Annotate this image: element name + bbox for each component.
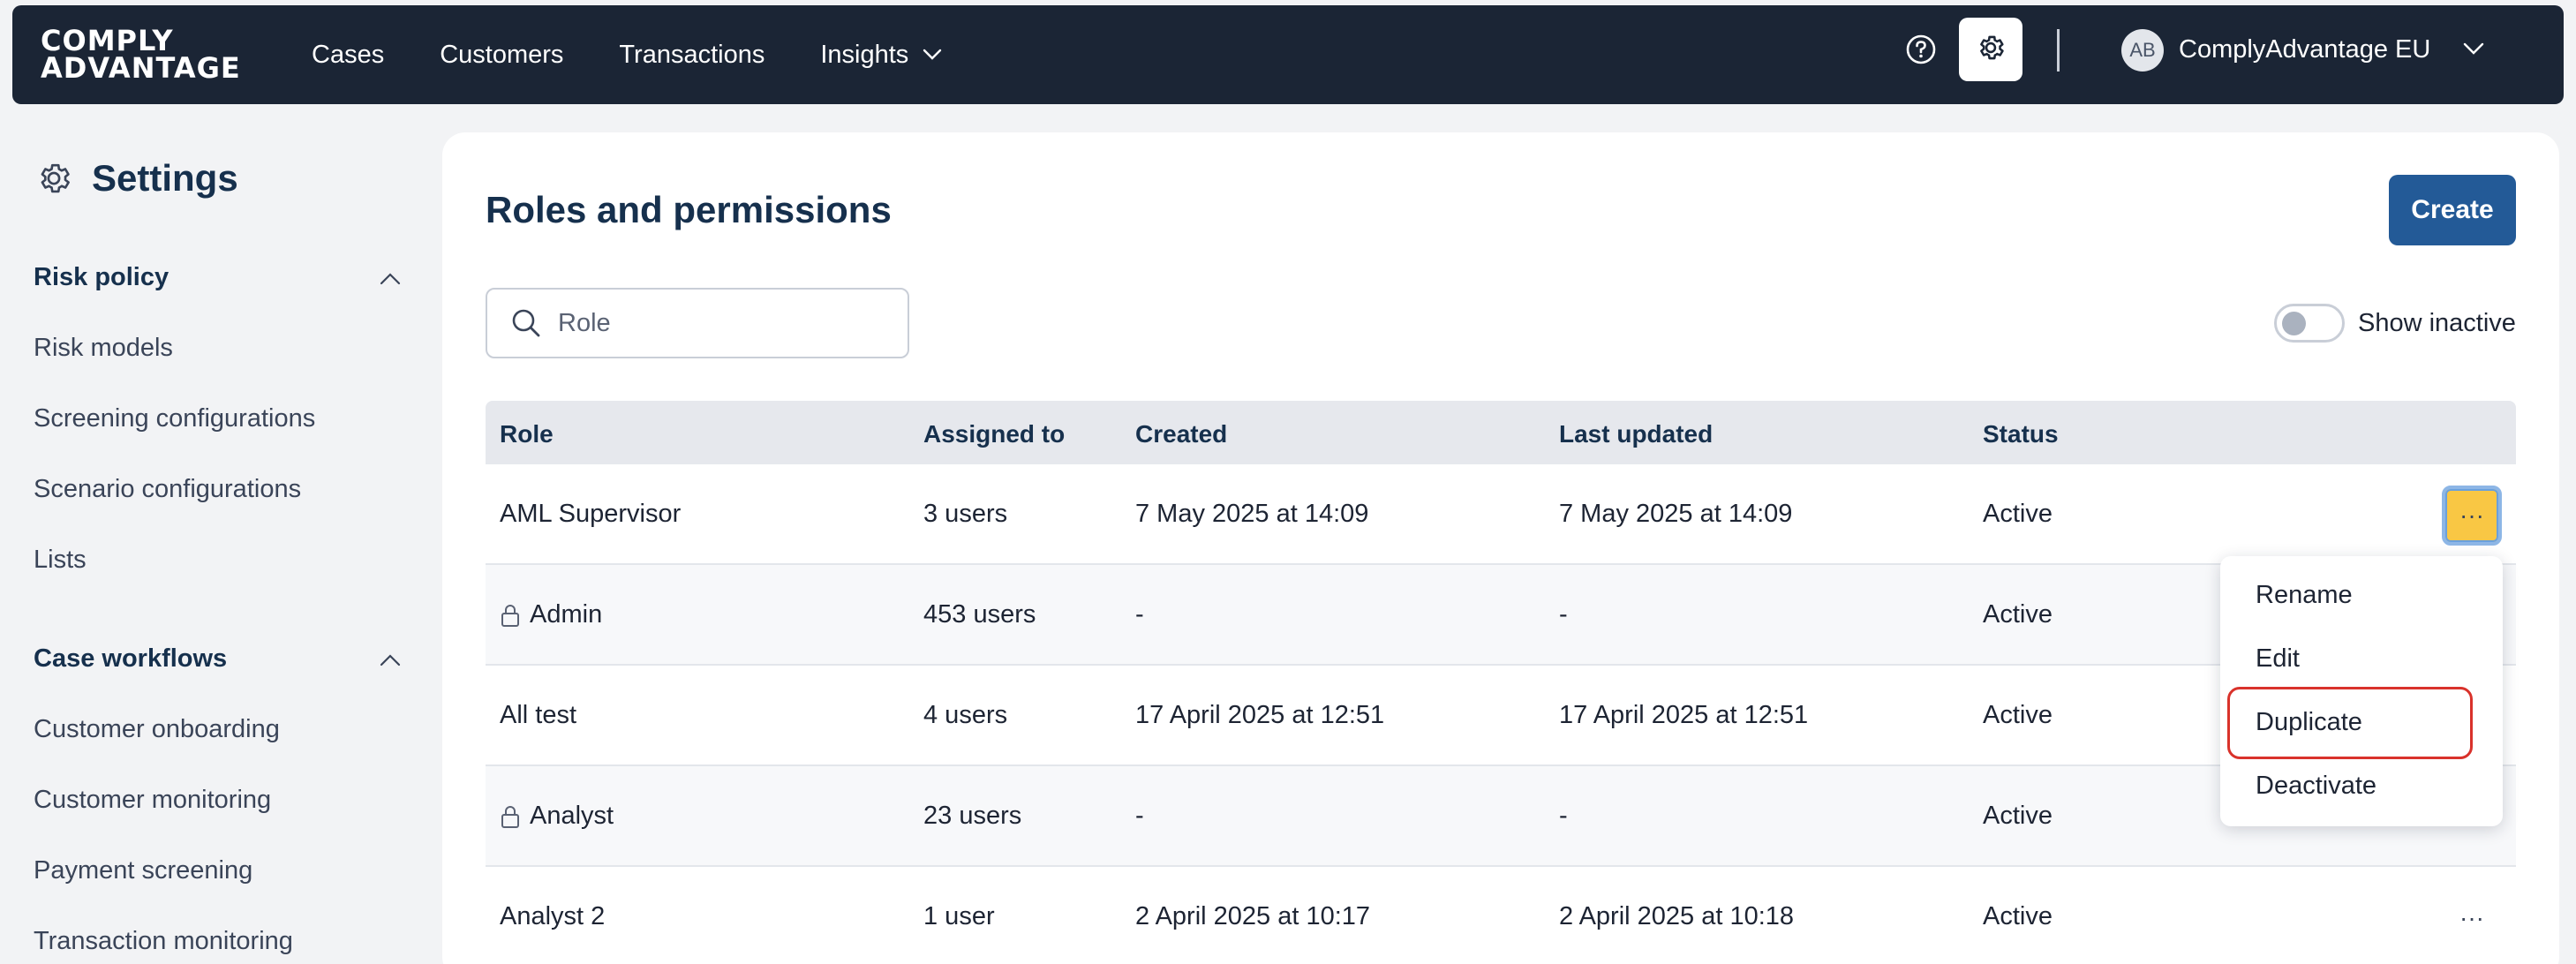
assigned-count: 1 user [923,902,995,930]
status-text: Active [1983,902,2053,930]
more-horizontal-icon: ··· [2459,501,2484,529]
status-text: Active [1983,802,2053,830]
section-label: Case workflows [34,644,228,673]
role-name: AML Supervisor [500,500,682,528]
show-inactive-toggle[interactable] [2274,304,2345,343]
menu-item-duplicate[interactable]: Duplicate [2256,708,2362,737]
help-icon[interactable] [1903,32,1939,67]
created-date: 17 April 2025 at 12:51 [1135,701,1385,729]
updated-date: - [1559,600,1568,629]
row-actions-menu: Rename Edit Duplicate Deactivate [2220,556,2503,826]
toggle-knob [2282,312,2306,335]
sidebar-item-customer-monitoring[interactable]: Customer monitoring [34,786,271,815]
created-date: - [1135,600,1144,629]
menu-item-deactivate[interactable]: Deactivate [2256,772,2376,801]
search-icon [510,307,542,339]
row-actions-button[interactable]: ··· [2442,486,2502,546]
menu-item-edit[interactable]: Edit [2256,644,2300,674]
page-title: Roles and permissions [486,189,892,230]
sidebar-item-transaction-monitoring[interactable]: Transaction monitoring [34,927,293,956]
role-name: Analyst 2 [500,902,606,930]
sidebar-section-risk-policy[interactable]: Risk policy [34,263,401,292]
complyadvantage-logo[interactable]: COMPLY ADVANTAGE [41,26,257,85]
org-switcher-label[interactable]: ComplyAdvantage EU [2179,35,2430,64]
role-cell: Analyst [500,802,614,831]
created-date: - [1135,802,1144,830]
role-name: Analyst [530,802,614,830]
gear-icon [1976,33,2006,67]
settings-gear-button[interactable] [1959,18,2022,81]
sidebar-item-scenario-configurations[interactable]: Scenario configurations [34,475,301,504]
menu-item-rename[interactable]: Rename [2256,581,2353,610]
role-search-input[interactable] [558,308,893,338]
sidebar-item-lists[interactable]: Lists [34,546,87,575]
nav-transactions[interactable]: Transactions [619,41,765,70]
column-header-status[interactable]: Status [1983,420,2059,448]
table-header: Role Assigned to Created Last updated St… [486,401,2516,464]
nav-customers[interactable]: Customers [440,41,563,70]
table-row[interactable]: Analyst 23 users - - Active [486,766,2516,867]
nav-divider [2057,29,2060,72]
org-chevron-down-icon[interactable] [2463,42,2484,60]
table-row[interactable]: AML Supervisor 3 users 7 May 2025 at 14:… [486,464,2516,565]
table-row[interactable]: Admin 453 users - - Active [486,565,2516,666]
sidebar-item-risk-models[interactable]: Risk models [34,334,173,363]
created-date: 2 April 2025 at 10:17 [1135,902,1371,930]
status-text: Active [1983,701,2053,729]
role-search-field[interactable] [486,288,909,358]
assigned-count: 4 users [923,701,1008,729]
chevron-up-icon [380,263,401,292]
sidebar-item-payment-screening[interactable]: Payment screening [34,856,252,885]
nav-insights[interactable]: Insights [820,41,942,70]
status-text: Active [1983,500,2053,528]
status-text: Active [1983,600,2053,629]
assigned-count: 23 users [923,802,1022,830]
section-label: Risk policy [34,263,169,291]
sidebar-title: Settings [35,157,238,200]
updated-date: 7 May 2025 at 14:09 [1559,500,1793,528]
settings-title-text: Settings [92,157,238,199]
lock-icon [500,603,521,628]
column-header-last-updated[interactable]: Last updated [1559,420,1713,448]
more-horizontal-icon: ··· [2459,904,2484,931]
assigned-count: 3 users [923,500,1008,528]
nav-insights-label: Insights [820,40,909,69]
sidebar-item-screening-configurations[interactable]: Screening configurations [34,404,315,433]
assigned-count: 453 users [923,600,1036,629]
create-role-button[interactable]: Create [2389,175,2516,245]
main-nav: Cases Customers Transactions Insights [312,41,998,70]
sidebar-item-customer-onboarding[interactable]: Customer onboarding [34,715,280,744]
chevron-up-icon [380,644,401,674]
table-row[interactable]: All test 4 users 17 April 2025 at 12:51 … [486,666,2516,766]
row-actions-button[interactable]: ··· [2442,888,2502,948]
nav-cases[interactable]: Cases [312,41,384,70]
role-cell: Admin [500,600,602,629]
show-inactive-label: Show inactive [2358,309,2516,337]
lock-icon [500,804,521,829]
roles-table: Role Assigned to Created Last updated St… [486,401,2516,964]
sidebar-section-case-workflows[interactable]: Case workflows [34,644,401,674]
settings-gear-icon [35,160,72,197]
column-header-assigned-to[interactable]: Assigned to [923,420,1065,448]
chevron-down-icon [923,49,942,61]
column-header-created[interactable]: Created [1135,420,1227,448]
updated-date: - [1559,802,1568,830]
column-header-role[interactable]: Role [500,420,554,448]
updated-date: 2 April 2025 at 10:18 [1559,902,1795,930]
logo-line-2: ADVANTAGE [41,51,241,85]
role-name: All test [500,701,577,729]
user-avatar[interactable]: AB [2121,29,2164,72]
created-date: 7 May 2025 at 14:09 [1135,500,1369,528]
updated-date: 17 April 2025 at 12:51 [1559,701,1809,729]
role-name: Admin [530,600,603,629]
table-row[interactable]: Analyst 2 1 user 2 April 2025 at 10:17 2… [486,867,2516,964]
